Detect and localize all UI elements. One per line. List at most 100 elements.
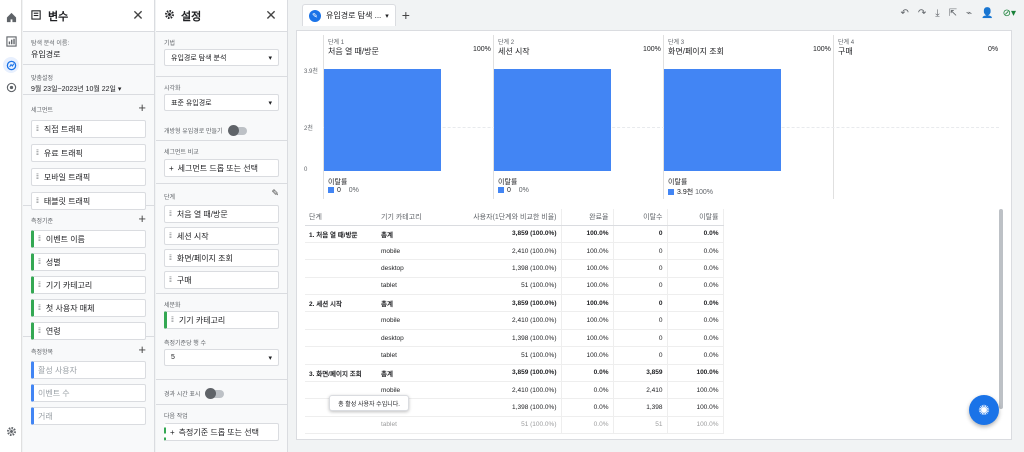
table-cell: 51 (100.0%) <box>463 277 562 296</box>
col-abandonments[interactable]: 이탈수 <box>613 209 668 226</box>
home-icon[interactable] <box>4 10 18 24</box>
col-completion-rate[interactable]: 완료율 <box>561 209 614 226</box>
tab-label: 유입경로 탐색 ... <box>326 11 382 20</box>
drag-handle-icon[interactable]: ⁞⁞ <box>38 236 41 243</box>
next-action-section: 다음 작업 + 측정기준 드롭 또는 선택 <box>156 405 287 445</box>
open-funnel-toggle[interactable] <box>227 125 247 137</box>
step-divider <box>833 35 834 199</box>
drag-handle-icon[interactable]: ⁞⁞ <box>36 150 39 157</box>
table-scrollbar[interactable] <box>999 209 1003 409</box>
table-cell: tablet <box>377 346 463 365</box>
table-cell: 0 <box>613 225 668 243</box>
step-chip[interactable]: ⁞⁞ 화면/페이지 조회 <box>164 249 279 267</box>
drag-handle-icon[interactable]: ⁞⁞ <box>36 174 39 181</box>
insights-sparkle-icon: ✺ <box>978 401 990 418</box>
add-metric-icon[interactable]: + <box>138 342 146 357</box>
rows-per-dim-select[interactable]: 5 ▾ <box>164 349 279 366</box>
elapsed-time-toggle[interactable] <box>205 388 225 400</box>
col-users[interactable]: 사용자(1단계와 비교한 비율) <box>463 209 562 226</box>
dimension-chip[interactable]: ⁞⁞ 이벤트 이름 <box>31 230 146 248</box>
dropoff-label: 이탈률 <box>328 179 348 186</box>
dropoff-pct: 100% <box>695 189 714 196</box>
drag-handle-icon[interactable]: ⁞⁞ <box>38 305 41 312</box>
metric-chip[interactable]: 활성 사용자 <box>31 361 146 379</box>
edit-pencil-icon[interactable]: ✎ <box>271 188 279 199</box>
funnel-bar[interactable] <box>494 69 611 171</box>
breakdown-label: 세분화 <box>164 303 181 309</box>
exploration-name-input[interactable]: 유입경로 <box>31 49 146 60</box>
drag-handle-icon[interactable]: ⁞⁞ <box>169 211 172 218</box>
add-user-icon[interactable]: 👤 <box>981 8 993 19</box>
y-tick: 2천 <box>304 126 313 132</box>
dimension-chip[interactable]: ⁞⁞ 기기 카테고리 <box>31 276 146 294</box>
download-icon[interactable]: ⤓ <box>935 8 939 19</box>
table-cell: 0 <box>613 294 668 313</box>
segment-chip[interactable]: ⁞⁞ 직접 트래픽 <box>31 120 146 138</box>
undo-icon[interactable]: ↶ <box>901 8 909 19</box>
funnel-bar[interactable] <box>664 69 781 171</box>
drag-handle-icon[interactable]: ⁞⁞ <box>36 198 39 205</box>
metric-chip[interactable]: 이벤트 수 <box>31 384 146 402</box>
col-step[interactable]: 단계 <box>305 209 377 226</box>
metric-label: 거래 <box>38 411 53 421</box>
add-tab-icon[interactable]: + <box>402 7 410 23</box>
table-row: mobile 2,410 (100.0%) 100.0% 0 0.0% <box>305 242 724 261</box>
add-segment-icon[interactable]: + <box>138 100 146 115</box>
dropdown-arrow-icon: ▾ <box>268 54 272 62</box>
tab-funnel-exploration[interactable]: ✎ 유입경로 탐색 ... ▾ <box>302 4 396 26</box>
segment-chip[interactable]: ⁞⁞ 모바일 트래픽 <box>31 168 146 186</box>
advertising-icon[interactable] <box>4 80 18 94</box>
visualization-select[interactable]: 표준 유입경로 ▾ <box>164 94 279 111</box>
segment-chip[interactable]: ⁞⁞ 유료 트래픽 <box>31 144 146 162</box>
drag-handle-icon[interactable]: ⁞⁞ <box>36 126 39 133</box>
segment-compare-label: 세그먼트 비교 <box>164 150 199 156</box>
table-row: tablet 51 (100.0%) 0.0% 51 100.0% <box>305 416 724 435</box>
admin-gear-icon[interactable] <box>4 424 18 438</box>
funnel-bar[interactable] <box>324 69 441 171</box>
date-range-picker[interactable]: 9월 23일~2023년 10월 22일 ▾ <box>31 84 146 94</box>
table-row: 3. 화면/페이지 조회 총계 3,859 (100.0%) 0.0% 3,859 100… <box>305 364 724 383</box>
technique-section: 기법 유입경로 탐색 분석 ▾ <box>156 32 287 77</box>
step-3-dropoff: 이탈률 3.9천 100% <box>668 177 713 197</box>
chevron-down-icon[interactable]: ▾ <box>385 12 389 20</box>
drag-handle-icon[interactable]: ⁞⁞ <box>38 328 41 335</box>
reports-icon[interactable] <box>4 34 18 48</box>
insights-icon[interactable]: ⌁ <box>966 8 972 19</box>
table-cell: 100.0% <box>561 225 614 243</box>
add-dimension-icon[interactable]: + <box>138 211 146 226</box>
close-settings-icon[interactable]: ✕ <box>263 7 279 24</box>
drag-handle-icon[interactable]: ⁞⁞ <box>169 277 172 284</box>
date-range-value: 9월 23일~2023년 10월 22일 <box>31 86 116 93</box>
technique-select[interactable]: 유입경로 탐색 분석 ▾ <box>164 49 279 66</box>
table-cell: 2,410 (100.0%) <box>463 242 562 261</box>
segment-drop-zone[interactable]: + 세그먼트 드롭 또는 선택 <box>164 159 279 177</box>
col-abandonment-rate[interactable]: 이탈률 <box>667 209 724 226</box>
drag-handle-icon[interactable]: ⁞⁞ <box>171 317 174 324</box>
redo-icon[interactable]: ↷ <box>918 8 926 19</box>
drag-handle-icon[interactable]: ⁞⁞ <box>169 255 172 262</box>
breakdown-chip[interactable]: ⁞⁞ 기기 카테고리 <box>164 311 279 329</box>
dropdown-arrow-icon: ▾ <box>268 354 272 362</box>
step-chip[interactable]: ⁞⁞ 구매 <box>164 271 279 289</box>
metric-chip[interactable]: 거래 <box>31 407 146 425</box>
dimension-chip[interactable]: ⁞⁞ 첫 사용자 매체 <box>31 299 146 317</box>
step-chip[interactable]: ⁞⁞ 처음 열 때/방문 <box>164 205 279 223</box>
insights-fab[interactable]: ✺ <box>969 395 999 425</box>
drag-handle-icon[interactable]: ⁞⁞ <box>169 233 172 240</box>
step-3-label: 단계 3 <box>668 40 685 46</box>
explore-icon[interactable] <box>3 57 19 73</box>
table-cell <box>305 259 377 278</box>
table-cell: 3. 화면/페이지 조회 <box>305 364 377 383</box>
share-folder-icon[interactable]: ⇱ <box>949 8 957 19</box>
dropoff-pct: 0% <box>518 187 529 194</box>
close-variables-icon[interactable]: ✕ <box>130 7 146 24</box>
drag-handle-icon[interactable]: ⁞⁞ <box>38 259 41 266</box>
drag-handle-icon[interactable]: ⁞⁞ <box>38 282 41 289</box>
table-cell <box>305 416 377 435</box>
col-device-category[interactable]: 기기 카테고리 <box>377 209 463 226</box>
status-check-icon[interactable]: ⊘▾ <box>1003 8 1016 19</box>
dimension-chip[interactable]: ⁞⁞ 성별 <box>31 253 146 271</box>
step-chip[interactable]: ⁞⁞ 세션 시작 <box>164 227 279 245</box>
dropoff-count: 0 <box>337 187 341 194</box>
next-action-drop-zone[interactable]: + 측정기준 드롭 또는 선택 <box>164 423 279 441</box>
